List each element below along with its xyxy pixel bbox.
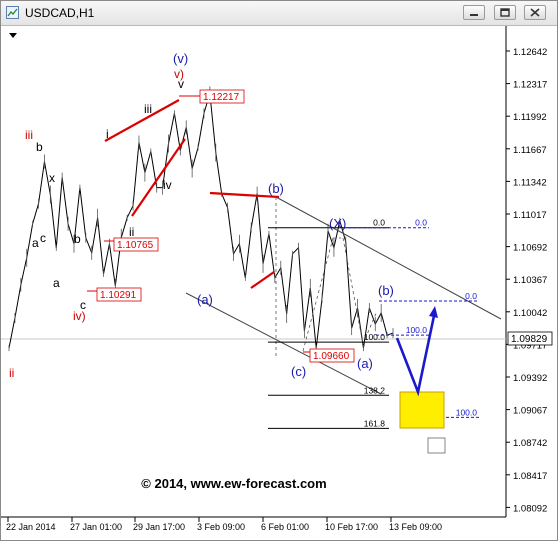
- x-tick-label: 10 Feb 17:00: [325, 522, 378, 532]
- price-label-text: 1.10291: [100, 290, 137, 301]
- y-tick-label: 1.11667: [513, 145, 547, 156]
- window-title: USDCAD,H1: [25, 6, 95, 20]
- wave-label: (X): [329, 216, 346, 231]
- wave-label: iii: [25, 128, 33, 142]
- wave-label: b: [36, 140, 43, 154]
- restore-icon: [500, 8, 510, 17]
- minimize-icon: [470, 14, 478, 16]
- price-label-text: 1.09660: [313, 351, 350, 362]
- fib-level-label: 138.2: [364, 385, 386, 395]
- y-tick-label: 1.10692: [513, 243, 547, 254]
- final-label-box: [427, 437, 446, 454]
- x-tick-label: 3 Feb 09:00: [197, 522, 245, 532]
- fib-level-label: 100.0: [364, 332, 386, 342]
- close-icon: [530, 8, 540, 17]
- wave-label: c: [40, 231, 46, 245]
- wave-label: v: [178, 77, 184, 91]
- x-tick-label: 29 Jan 17:00: [133, 522, 185, 532]
- wave-label: b: [74, 232, 81, 246]
- y-tick-label: 1.10367: [513, 275, 547, 286]
- price-chart[interactable]: 1.12642 1.12317 1.11992 1.11667 1.11342 1.110…: [1, 26, 557, 540]
- wave-label: ii: [9, 366, 14, 380]
- wave-label: (a): [197, 292, 213, 307]
- watermark-text: © 2014, www.ew-forecast.com: [141, 476, 326, 491]
- wave-label: (b): [268, 181, 284, 196]
- wave-label: x: [49, 171, 55, 185]
- wave-label: (v): [173, 51, 188, 66]
- projection-level-label: 0.0: [465, 291, 477, 301]
- chart-window: USDCAD,H1 1.12642 1.12317 1.11992 1.11667 1.…: [0, 0, 558, 541]
- x-tick-label: 22 Jan 2014: [6, 522, 56, 532]
- x-tick-label: 27 Jan 01:00: [70, 522, 122, 532]
- y-tick-label: 1.08092: [513, 503, 547, 514]
- y-tick-label: 1.12642: [513, 47, 547, 58]
- wave-label: c: [80, 298, 86, 312]
- chart-app-icon: [6, 6, 19, 19]
- wave-label: (c): [291, 364, 306, 379]
- wave-label: ii: [129, 225, 134, 239]
- y-tick-label: 1.09392: [513, 373, 547, 384]
- title-bar[interactable]: USDCAD,H1: [1, 1, 557, 26]
- restore-button[interactable]: [494, 5, 516, 20]
- y-tick-label: 1.12317: [513, 80, 547, 91]
- y-tick-label: 1.11342: [513, 177, 547, 188]
- wave-label: (a): [357, 356, 373, 371]
- target-zone-box: [399, 391, 445, 429]
- y-tick-label: 1.08742: [513, 438, 547, 449]
- x-axis: 22 Jan 2014 27 Jan 01:00 29 Jan 17:00 3 Feb…: [6, 517, 442, 532]
- minimize-button[interactable]: [463, 5, 485, 20]
- y-tick-label: 1.09067: [513, 406, 547, 417]
- wave-label: a: [53, 276, 60, 290]
- current-price-label: 1.09829: [511, 334, 548, 345]
- wave-label: (b): [378, 283, 394, 298]
- projection-level-label: 100.0: [406, 325, 428, 335]
- wave-label: iii: [144, 102, 152, 116]
- y-tick-label: 1.11992: [513, 112, 547, 123]
- x-tick-label: 6 Feb 01:00: [261, 522, 309, 532]
- fib-level-label: 0.0: [373, 218, 385, 228]
- projection-level-label: 100.0: [456, 407, 478, 417]
- y-tick-label: 1.11017: [513, 210, 547, 221]
- close-button[interactable]: [524, 5, 546, 20]
- x-tick-label: 13 Feb 09:00: [389, 522, 442, 532]
- wave-label: a: [32, 236, 39, 250]
- y-tick-label: 1.10042: [513, 308, 547, 319]
- price-label-text: 1.10765: [117, 240, 154, 251]
- fib-level-label: 161.8: [364, 418, 386, 428]
- y-axis: 1.12642 1.12317 1.11992 1.11667 1.11342 1.110…: [506, 47, 547, 514]
- projection-level-label: 0.0: [415, 218, 427, 228]
- wave-label: i: [106, 127, 109, 141]
- y-tick-label: 1.08417: [513, 471, 547, 482]
- wave-label: iv: [163, 178, 172, 192]
- price-label-text: 1.12217: [203, 92, 240, 103]
